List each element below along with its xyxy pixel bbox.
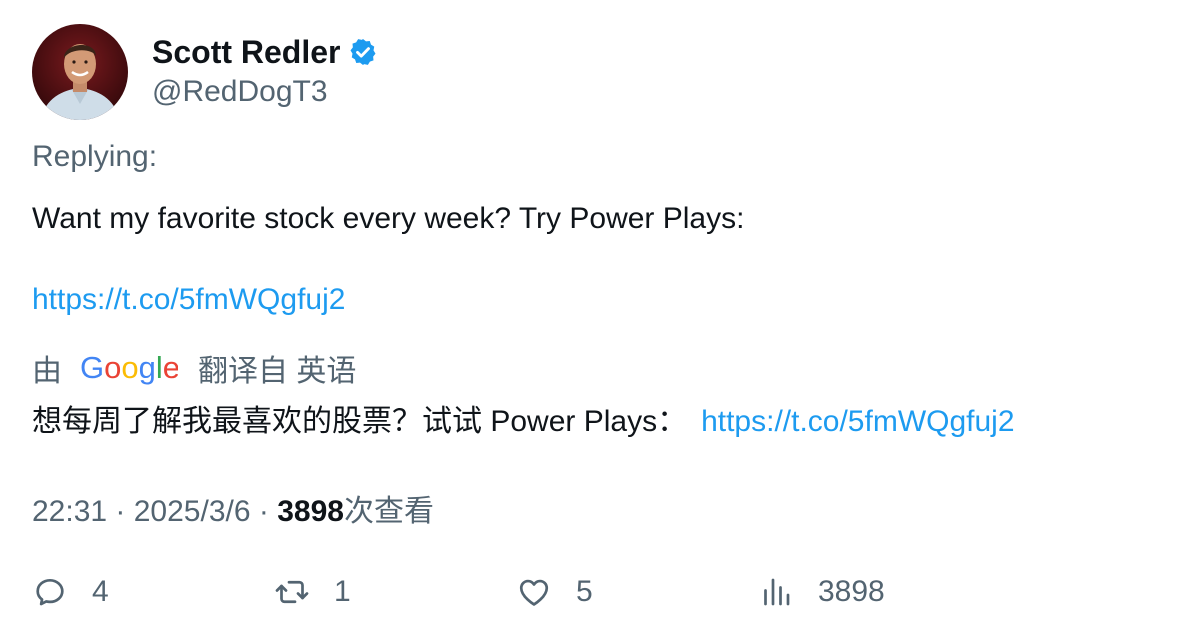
user-names: Scott Redler @RedDogT3: [152, 34, 378, 110]
views-count: 3898: [277, 495, 344, 528]
tweet-time[interactable]: 22:31: [32, 495, 107, 528]
tweet-date[interactable]: 2025/3/6: [134, 495, 251, 528]
translated-by-label: 由: [32, 355, 62, 388]
reply-icon: [32, 574, 68, 610]
reply-button[interactable]: 4: [32, 570, 109, 614]
google-logo: Google: [80, 350, 178, 385]
verified-badge-icon[interactable]: [348, 37, 378, 67]
translation-attribution: 由 Google 翻译自 英语: [32, 346, 356, 390]
tweet-meta: 22:31 · 2025/3/6 · 3898次查看: [32, 486, 434, 530]
views-button[interactable]: 3898: [758, 570, 885, 614]
views-action-count: 3898: [818, 575, 885, 608]
like-button[interactable]: 5: [516, 570, 593, 614]
heart-icon: [516, 574, 552, 610]
retweet-icon: [274, 574, 310, 610]
translated-text: 想每周了解我最喜欢的股票？试试 Power Plays：: [32, 405, 688, 438]
svg-text:Google: Google: [80, 350, 178, 385]
reply-count: 4: [92, 575, 109, 608]
translated-link[interactable]: https://t.co/5fmWQgfuj2: [701, 405, 1014, 438]
views-label: 次查看: [343, 495, 434, 528]
action-bar: 4 1 5 3898: [32, 570, 1132, 614]
retweet-count: 1: [334, 575, 351, 608]
retweet-button[interactable]: 1: [274, 570, 351, 614]
translated-text-row: 想每周了解我最喜欢的股票？试试 Power Plays： https://t.co…: [32, 396, 1015, 440]
meta-separator: ·: [250, 495, 278, 528]
views-chart-icon: [758, 574, 794, 610]
avatar[interactable]: [32, 24, 128, 120]
meta-separator: ·: [107, 495, 134, 528]
like-count: 5: [576, 575, 593, 608]
translated-from-label[interactable]: 翻译自 英语: [198, 346, 356, 390]
user-handle[interactable]: @RedDogT3: [152, 74, 378, 110]
replying-label: Replying:: [32, 140, 158, 173]
tweet-link[interactable]: https://t.co/5fmWQgfuj2: [32, 283, 345, 317]
tweet-header: Scott Redler @RedDogT3: [32, 24, 378, 120]
tweet-text: Want my favorite stock every week? Try P…: [32, 202, 745, 235]
display-name[interactable]: Scott Redler: [152, 34, 340, 70]
display-name-row: Scott Redler: [152, 34, 378, 70]
